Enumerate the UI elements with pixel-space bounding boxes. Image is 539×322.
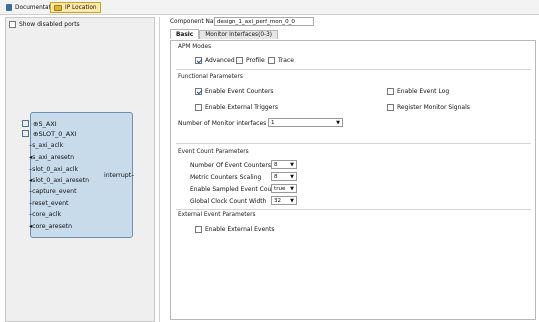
enable-event-log-checkbox[interactable]: Enable Event Log	[387, 88, 449, 95]
external-event-params-title: External Event Parameters	[178, 212, 256, 218]
num-event-counters-select[interactable]: 8 ▼	[271, 160, 297, 169]
port-core-aclk[interactable]: –core_aclk	[29, 211, 61, 218]
enable-external-events-checkbox[interactable]: Enable External Events	[195, 226, 274, 233]
port-reset-event[interactable]: –reset_event	[29, 200, 68, 207]
port-s-axi-aresetn[interactable]: ◂s_axi_aresetn	[29, 154, 74, 161]
port-slot-0-axi-aclk[interactable]: –slot_0_axi_aclk	[29, 166, 78, 173]
chevron-down-icon: ▼	[336, 119, 340, 126]
port-core-aresetn[interactable]: ◂core_aresetn	[29, 223, 72, 230]
checkbox-box[interactable]	[268, 57, 275, 64]
checkbox-box[interactable]	[387, 88, 394, 95]
divider	[176, 69, 531, 70]
global-clock-count-width-label: Global Clock Count Width	[190, 198, 267, 205]
bus-expand-icon[interactable]	[22, 120, 29, 127]
show-disabled-ports-checkbox[interactable]: Show disabled ports	[9, 21, 80, 28]
tab-basic[interactable]: Basic	[170, 29, 200, 39]
global-clock-count-width-select[interactable]: 32 ▼	[271, 196, 297, 205]
component-name-input[interactable]: design_1_axi_perf_mon_0_0	[214, 17, 314, 26]
chevron-down-icon: ▼	[290, 173, 294, 180]
port-s-axi-aclk[interactable]: –s_axi_aclk	[29, 142, 63, 149]
num-monitor-interfaces-label: Number of Monitor interfaces	[178, 120, 267, 127]
enable-event-counters-checkbox[interactable]: Enable Event Counters	[195, 88, 274, 95]
port-interrupt[interactable]: interrupt–	[104, 172, 134, 179]
document-icon	[6, 4, 12, 11]
metric-counters-scaling-label: Metric Counters Scaling	[190, 174, 262, 181]
enable-sampled-event-counters-select[interactable]: true ▼	[271, 184, 297, 193]
mode-advanced-checkbox[interactable]: Advanced	[195, 57, 235, 64]
apm-modes-title: APM Modes	[178, 44, 212, 50]
checkbox-box[interactable]	[236, 57, 243, 64]
num-event-counters-label: Number Of Event Counters	[190, 162, 271, 169]
chevron-down-icon: ▼	[290, 197, 294, 204]
checkbox-box[interactable]	[195, 226, 202, 233]
port-slot-0-axi-aresetn[interactable]: ◂slot_0_axi_aresetn	[29, 177, 89, 184]
event-count-params-title: Event Count Parameters	[178, 149, 249, 155]
mode-profile-checkbox[interactable]: Profile	[236, 57, 265, 64]
config-tabs: Basic Monitor Interfaces(0-3)	[170, 29, 279, 39]
port-slot-0-axi[interactable]: ⊕SLOT_0_AXI	[29, 130, 77, 138]
checkbox-box[interactable]	[387, 104, 394, 111]
port-capture-event[interactable]: –capture_event	[29, 188, 77, 195]
chevron-down-icon: ▼	[290, 185, 294, 192]
tab-monitor-interfaces[interactable]: Monitor Interfaces(0-3)	[199, 30, 279, 39]
port-s-axi[interactable]: ⊕S_AXI	[29, 120, 57, 128]
register-monitor-signals-checkbox[interactable]: Register Monitor Signals	[387, 104, 470, 111]
checkbox-box[interactable]	[195, 88, 202, 95]
chevron-down-icon: ▼	[290, 161, 294, 168]
tab-ip-location[interactable]: IP Location	[50, 2, 101, 13]
bus-expand-icon[interactable]	[22, 130, 29, 137]
functional-params-title: Functional Parameters	[178, 74, 243, 80]
pane-splitter[interactable]	[159, 17, 160, 322]
top-tab-bar: Documentation IP Location	[0, 0, 539, 15]
num-monitor-interfaces-select[interactable]: 1 ▼	[268, 118, 343, 127]
folder-icon	[54, 4, 62, 11]
checkbox-box[interactable]	[9, 21, 16, 28]
enable-external-triggers-checkbox[interactable]: Enable External Triggers	[195, 104, 278, 111]
divider	[176, 143, 531, 144]
checkbox-box[interactable]	[195, 57, 202, 64]
checkbox-box[interactable]	[195, 104, 202, 111]
divider	[176, 209, 531, 210]
mode-trace-checkbox[interactable]: Trace	[268, 57, 294, 64]
metric-counters-scaling-select[interactable]: 8 ▼	[271, 172, 297, 181]
